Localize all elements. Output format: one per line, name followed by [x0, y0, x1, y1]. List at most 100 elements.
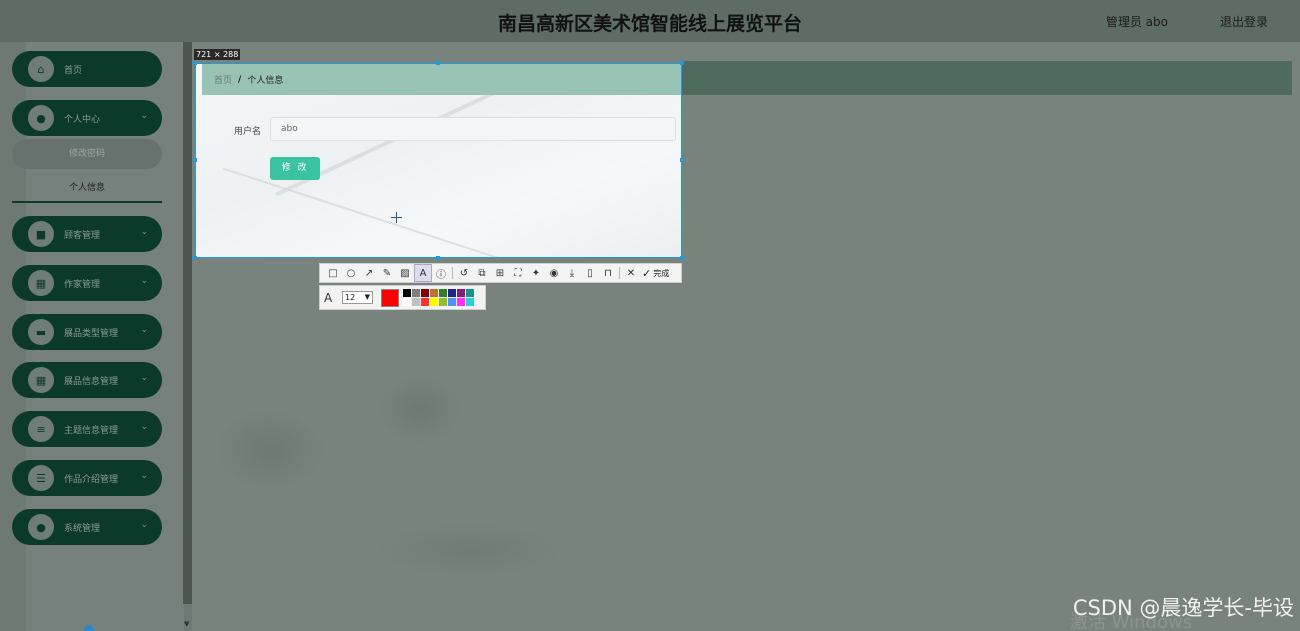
breadcrumb-current: 个人信息 [247, 76, 284, 86]
screenshot-capture-region[interactable]: 首页 / 个人信息 用户名 abo 修 改 [195, 63, 682, 258]
capture-toolbar: □ ○ ↗ ✎ ▨ Aⓘ ↺ ⧉ ⊞ ⛶ ✦ ◉ ⤓ ▯ ⊓ ✕ ✓ 完成 [319, 263, 682, 283]
chevron-down-icon: ⌄ [140, 373, 148, 383]
color-swatch[interactable] [403, 298, 411, 306]
csdn-watermark: CSDN @晨逸学长-毕设 [1072, 596, 1294, 620]
font-size-select[interactable]: 12 ▼ [342, 291, 373, 304]
color-swatch[interactable] [448, 289, 456, 297]
grid-icon: ▦ [28, 367, 54, 393]
sidebar-item-6[interactable]: ≡ 主题信息管理 ⌄ [12, 411, 162, 447]
top-header: 南昌高新区美术馆智能线上展览平台 管理员 abo 退出登录 [0, 0, 1300, 42]
undo-icon[interactable]: ↺ [455, 264, 473, 282]
color-swatch[interactable] [466, 289, 474, 297]
font-size-value: 12 [345, 293, 356, 302]
download-icon[interactable]: ⤓ [563, 264, 581, 282]
resize-handle[interactable] [680, 158, 684, 162]
color-swatch[interactable] [439, 289, 447, 297]
current-user: 管理员 abo [1105, 15, 1168, 29]
close-icon[interactable]: ✕ [622, 264, 640, 282]
resize-handle[interactable] [193, 61, 197, 65]
bookmark-icon[interactable]: ⊓ [599, 264, 617, 282]
list-icon: ≡ [28, 416, 54, 442]
sidebar-item-label: 展品信息管理 [64, 376, 119, 387]
ellipse-tool-icon[interactable]: ○ [342, 264, 360, 282]
user-icon: ● [28, 105, 54, 131]
sidebar-item-label: 展品类型管理 [64, 328, 119, 339]
resize-handle[interactable] [680, 256, 684, 260]
color-swatch[interactable] [412, 289, 420, 297]
resize-handle[interactable] [193, 256, 197, 260]
resize-handle[interactable] [436, 61, 440, 65]
sidebar-item-3[interactable]: ▦ 作家管理 ⌄ [12, 265, 162, 301]
chevron-down-icon: ⌄ [140, 111, 148, 121]
dropdown-arrow-icon: ▼ [364, 293, 370, 301]
box-icon: ▬ [28, 319, 54, 345]
text-tool-icon[interactable]: A [414, 264, 432, 282]
sidebar-item-1[interactable]: ● 个人中心 ⌄ [12, 100, 162, 136]
home-icon: ⌂ [28, 56, 54, 82]
pencil-tool-icon[interactable]: ✎ [378, 264, 396, 282]
fullscreen-icon[interactable]: ⛶ [509, 264, 527, 282]
submenu-change-password[interactable]: 修改密码 [12, 139, 162, 169]
toolbar-separator [452, 267, 453, 279]
chevron-down-icon: ⌄ [140, 276, 148, 286]
sidebar-item-8[interactable]: ● 系统管理 ⌄ [12, 509, 162, 545]
color-swatch[interactable] [457, 298, 465, 306]
sidebar-item-7[interactable]: ☰ 作品介绍管理 ⌄ [12, 460, 162, 496]
color-palette [403, 289, 474, 306]
sidebar-item-5[interactable]: ▦ 展品信息管理 ⌄ [12, 362, 162, 398]
color-swatch[interactable] [421, 289, 429, 297]
color-swatch[interactable] [430, 298, 438, 306]
color-swatch[interactable] [412, 298, 420, 306]
grid-icon: ▦ [28, 270, 54, 296]
breadcrumb-home[interactable]: 首页 [214, 73, 232, 86]
resize-handle[interactable] [193, 158, 197, 162]
username-label: 用户名 [234, 127, 262, 137]
crosshair-cursor-icon [391, 212, 402, 223]
breadcrumb-bar-background [682, 61, 1292, 95]
submenu-personal-info[interactable]: 个人信息 [12, 173, 162, 203]
color-swatch[interactable] [457, 289, 465, 297]
customer-icon: ■ [28, 221, 54, 247]
submit-button[interactable]: 修 改 [270, 157, 320, 180]
user-icon: ● [28, 514, 54, 540]
pin-icon[interactable]: ✦ [527, 264, 545, 282]
number-tool-icon[interactable]: ⓘ [432, 264, 450, 282]
sidebar-item-2[interactable]: ■ 顾客管理 ⌄ [12, 216, 162, 252]
ocr-icon[interactable]: ⊞ [491, 264, 509, 282]
sidebar-item-4[interactable]: ▬ 展品类型管理 ⌄ [12, 314, 162, 350]
current-color-swatch[interactable] [381, 288, 399, 307]
check-icon: ✓ [642, 266, 652, 280]
sidebar-item-0[interactable]: ⌂ 首页 [12, 51, 162, 87]
color-swatch[interactable] [421, 298, 429, 306]
sidebar-item-label: 作家管理 [64, 279, 101, 290]
sidebar-item-label: 顾客管理 [64, 230, 101, 241]
done-label: 完成 [653, 268, 670, 278]
record-icon[interactable]: ◉ [545, 264, 563, 282]
logout-link[interactable]: 退出登录 [1220, 13, 1268, 30]
scroll-down-icon[interactable]: ▼ [184, 620, 189, 628]
color-swatch[interactable] [430, 289, 438, 297]
rectangle-tool-icon[interactable]: □ [324, 264, 342, 282]
chevron-down-icon: ⌄ [140, 520, 148, 530]
resize-handle[interactable] [680, 61, 684, 65]
color-swatch[interactable] [466, 298, 474, 306]
chevron-down-icon: ⌄ [140, 227, 148, 237]
sidebar-item-label: 作品介绍管理 [64, 474, 119, 485]
save-crop-icon[interactable]: ⧉ [473, 264, 491, 282]
arrow-tool-icon[interactable]: ↗ [360, 264, 378, 282]
username-input[interactable]: abo [270, 117, 676, 141]
done-button[interactable]: ✓ 完成 [642, 267, 669, 280]
color-swatch[interactable] [403, 289, 411, 297]
sidebar-item-label: 主题信息管理 [64, 425, 119, 436]
phone-icon[interactable]: ▯ [581, 264, 599, 282]
mosaic-tool-icon[interactable]: ▨ [396, 264, 414, 282]
sidebar-scrollbar[interactable] [183, 42, 192, 604]
scroll-indicator[interactable] [84, 625, 94, 631]
sidebar-item-label: 个人中心 [64, 114, 101, 125]
chevron-down-icon: ⌄ [140, 325, 148, 335]
color-swatch[interactable] [448, 298, 456, 306]
breadcrumb-separator: / [238, 74, 242, 85]
resize-handle[interactable] [436, 256, 440, 260]
color-swatch[interactable] [439, 298, 447, 306]
chevron-down-icon: ⌄ [140, 422, 148, 432]
